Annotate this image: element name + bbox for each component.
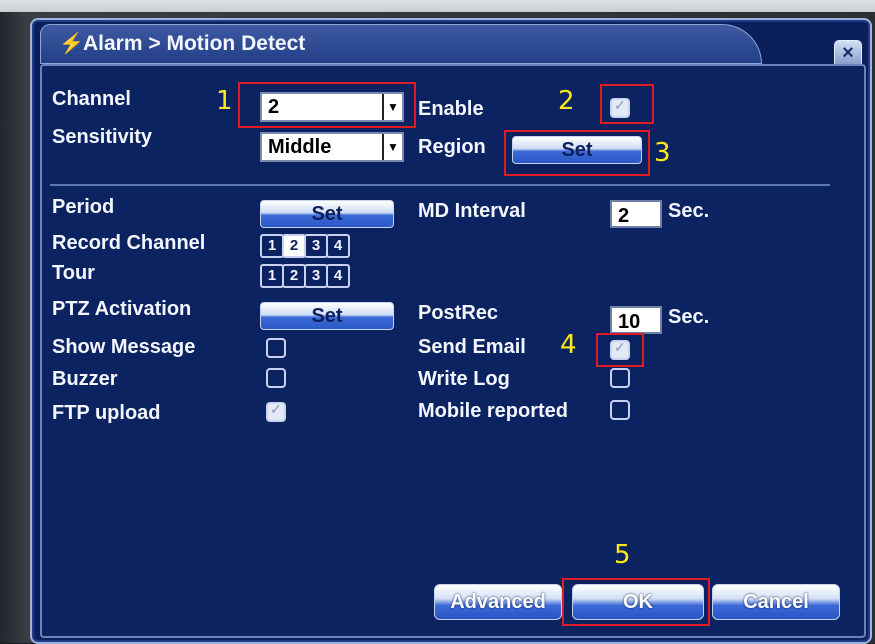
region-label: Region bbox=[418, 136, 486, 158]
tour-channel-2[interactable]: 2 bbox=[282, 264, 306, 288]
record-channel-label: Record Channel bbox=[52, 232, 206, 254]
postrec-label: PostRec bbox=[418, 302, 499, 324]
buzzer-label: Buzzer bbox=[52, 368, 118, 390]
sensitivity-value: Middle bbox=[268, 136, 332, 158]
ptz-set-button[interactable]: Set bbox=[260, 302, 394, 330]
advanced-button[interactable]: Advanced bbox=[434, 584, 562, 620]
ftp-upload-checkbox[interactable] bbox=[266, 401, 286, 422]
md-interval-unit: Sec. bbox=[668, 200, 710, 222]
annotation-box-1 bbox=[238, 82, 416, 128]
mobile-reported-checkbox[interactable] bbox=[610, 400, 630, 420]
tour-channel-3[interactable]: 3 bbox=[304, 264, 328, 288]
annotation-number-1: 1 bbox=[216, 86, 233, 116]
title-bar: ⚡ Alarm > Motion Detect bbox=[40, 24, 762, 64]
ftp-upload-label: FTP upload bbox=[52, 402, 161, 424]
period-set-button[interactable]: Set bbox=[260, 200, 394, 228]
annotation-number-2: 2 bbox=[558, 86, 575, 116]
annotation-box-2 bbox=[600, 84, 654, 124]
md-interval-input[interactable]: 2 bbox=[610, 200, 662, 228]
show-message-checkbox[interactable] bbox=[266, 338, 286, 358]
annotation-number-5: 5 bbox=[614, 540, 631, 570]
channel-label: Channel bbox=[52, 88, 131, 110]
show-message-label: Show Message bbox=[52, 336, 196, 358]
annotation-number-4: 4 bbox=[560, 330, 577, 360]
enable-label: Enable bbox=[418, 98, 484, 120]
tour-label: Tour bbox=[52, 262, 95, 284]
annotation-box-3 bbox=[504, 130, 650, 176]
send-email-label: Send Email bbox=[418, 336, 526, 358]
alarm-icon: ⚡ bbox=[59, 33, 84, 55]
cancel-button[interactable]: Cancel bbox=[712, 584, 840, 620]
settings-panel: Channel 2 ▼ Enable Sensitivity Middle ▼ … bbox=[40, 64, 866, 638]
record-channel-3[interactable]: 3 bbox=[304, 234, 328, 258]
mobile-reported-label: Mobile reported bbox=[418, 400, 569, 422]
md-interval-label: MD Interval bbox=[418, 200, 526, 222]
dialog-title: Alarm > Motion Detect bbox=[83, 32, 306, 55]
period-label: Period bbox=[52, 196, 115, 218]
annotation-box-5 bbox=[562, 578, 710, 626]
postrec-unit: Sec. bbox=[668, 306, 710, 328]
annotation-box-4 bbox=[596, 333, 644, 367]
tour-channel-4[interactable]: 4 bbox=[326, 264, 350, 288]
write-log-label: Write Log bbox=[418, 368, 510, 390]
record-channel-1[interactable]: 1 bbox=[260, 234, 284, 258]
sensitivity-label: Sensitivity bbox=[52, 126, 153, 148]
record-channel-4[interactable]: 4 bbox=[326, 234, 350, 258]
chevron-down-icon[interactable]: ▼ bbox=[382, 134, 402, 160]
write-log-checkbox[interactable] bbox=[610, 368, 630, 388]
section-divider bbox=[50, 184, 830, 186]
annotation-number-3: 3 bbox=[654, 138, 671, 168]
motion-detect-dialog: ⚡ Alarm > Motion Detect × Channel 2 ▼ En… bbox=[30, 18, 872, 644]
record-channel-2[interactable]: 2 bbox=[282, 234, 306, 258]
wall-background bbox=[0, 0, 875, 12]
ptz-activation-label: PTZ Activation bbox=[52, 298, 192, 320]
buzzer-checkbox[interactable] bbox=[266, 368, 286, 388]
tour-channel-1[interactable]: 1 bbox=[260, 264, 284, 288]
sensitivity-select[interactable]: Middle ▼ bbox=[260, 132, 404, 162]
postrec-input[interactable]: 10 bbox=[610, 306, 662, 334]
